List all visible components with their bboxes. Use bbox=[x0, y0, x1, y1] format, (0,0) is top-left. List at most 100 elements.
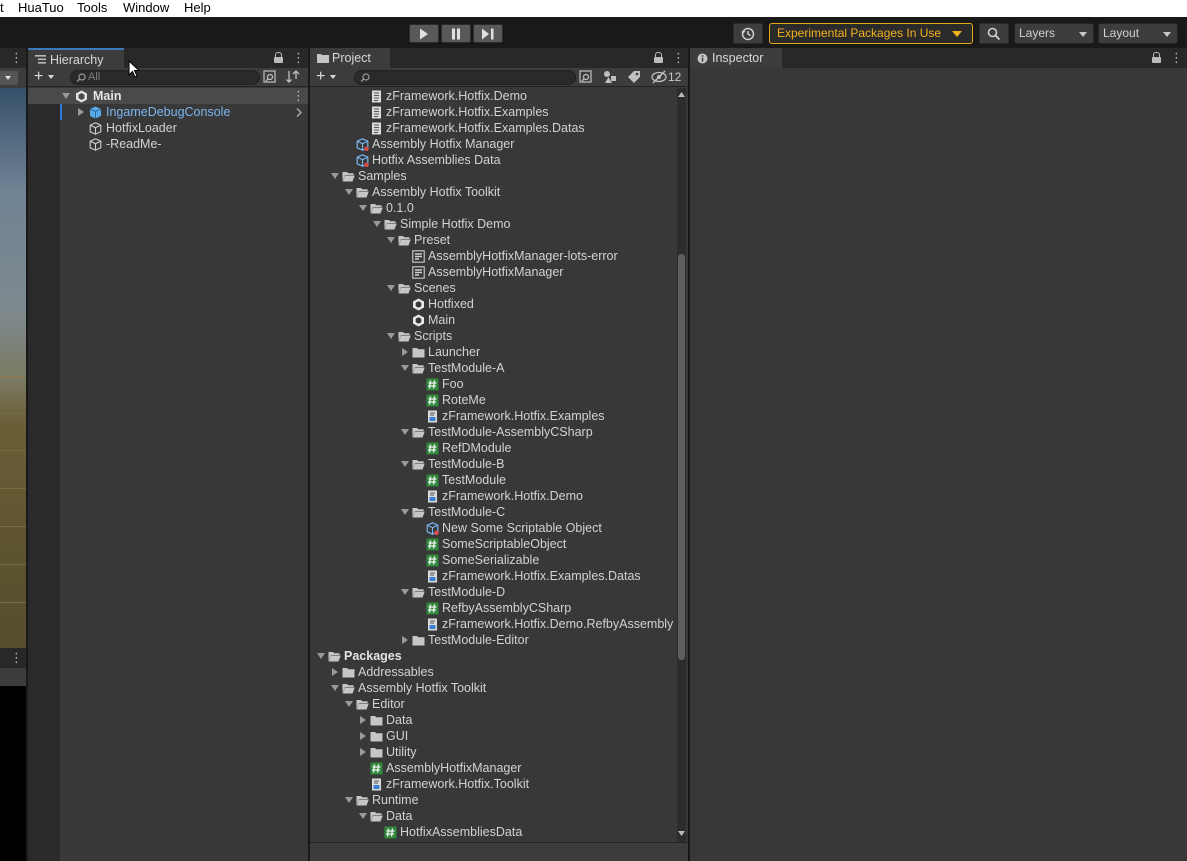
project-tree-item[interactable]: zFramework.Hotfix.Demo bbox=[310, 88, 676, 104]
fold-open-icon[interactable] bbox=[401, 365, 409, 371]
add-button[interactable]: + bbox=[34, 69, 43, 85]
scroll-down-icon[interactable] bbox=[678, 831, 685, 836]
fold-closed-icon[interactable] bbox=[402, 348, 408, 356]
tab-inspector[interactable]: Inspector bbox=[690, 48, 782, 68]
sort-icon[interactable] bbox=[286, 70, 300, 84]
hidden-packages-eye-icon[interactable] bbox=[651, 70, 667, 84]
project-tree-item[interactable]: TestModule bbox=[310, 472, 676, 488]
kebab-menu-icon[interactable]: ⋮ bbox=[292, 89, 305, 103]
kebab-menu-icon[interactable]: ⋮ bbox=[292, 51, 305, 65]
tab-hierarchy[interactable]: Hierarchy bbox=[28, 48, 124, 68]
project-tree-item[interactable]: GUI bbox=[310, 728, 676, 744]
project-tree-item[interactable]: Runtime bbox=[310, 792, 676, 808]
scene-viewport[interactable] bbox=[0, 88, 26, 648]
project-tree-item[interactable]: Packages bbox=[310, 648, 676, 664]
create-button[interactable]: + bbox=[316, 69, 325, 85]
fold-closed-icon[interactable] bbox=[78, 108, 84, 116]
project-tree-item[interactable]: Simple Hotfix Demo bbox=[310, 216, 676, 232]
project-tree-item[interactable]: TestModule-AssemblyCSharp bbox=[310, 424, 676, 440]
project-tree-item[interactable]: zFramework.Hotfix.Examples bbox=[310, 408, 676, 424]
project-tree-item[interactable]: HotfixAssembliesData bbox=[310, 824, 676, 840]
lock-icon[interactable] bbox=[654, 52, 663, 63]
project-tree-item[interactable]: zFramework.Hotfix.Examples.Datas bbox=[310, 120, 676, 136]
fold-closed-icon[interactable] bbox=[402, 636, 408, 644]
fold-open-icon[interactable] bbox=[359, 813, 367, 819]
fold-closed-icon[interactable] bbox=[360, 732, 366, 740]
layout-dropdown[interactable]: Layout bbox=[1098, 23, 1178, 44]
hierarchy-search-input[interactable]: All bbox=[70, 70, 260, 85]
project-tree-item[interactable]: TestModule-D bbox=[310, 584, 676, 600]
project-tree-item[interactable]: RefbyAssemblyCSharp bbox=[310, 600, 676, 616]
fold-open-icon[interactable] bbox=[401, 429, 409, 435]
project-tree-item[interactable]: Hotfix Assemblies Data bbox=[310, 152, 676, 168]
menu-item-edit[interactable]: t bbox=[0, 0, 4, 17]
fold-open-icon[interactable] bbox=[401, 509, 409, 515]
project-tree-item[interactable]: Scenes bbox=[310, 280, 676, 296]
menu-item-window[interactable]: Window bbox=[123, 0, 169, 17]
fold-open-icon[interactable] bbox=[359, 205, 367, 211]
filter-by-type-icon[interactable] bbox=[603, 70, 617, 84]
fold-open-icon[interactable] bbox=[331, 173, 339, 179]
layers-dropdown[interactable]: Layers bbox=[1014, 23, 1094, 44]
undo-history-button[interactable] bbox=[733, 23, 763, 44]
fold-open-icon[interactable] bbox=[345, 701, 353, 707]
fold-open-icon[interactable] bbox=[387, 333, 395, 339]
project-tree-item[interactable]: TestModule-C bbox=[310, 504, 676, 520]
project-tree-item[interactable]: Hotfixed bbox=[310, 296, 676, 312]
fold-closed-icon[interactable] bbox=[332, 668, 338, 676]
project-tree-item[interactable]: Launcher bbox=[310, 344, 676, 360]
project-tree-item[interactable]: New Some Scriptable Object bbox=[310, 520, 676, 536]
project-tree-item[interactable]: TestModule-B bbox=[310, 456, 676, 472]
project-tree-item[interactable]: Utility bbox=[310, 744, 676, 760]
hierarchy-item[interactable]: HotfixLoader bbox=[28, 120, 308, 136]
project-tree-item[interactable]: zFramework.Hotfix.Toolkit bbox=[310, 776, 676, 792]
fold-open-icon[interactable] bbox=[401, 461, 409, 467]
project-tree-item[interactable]: zFramework.Hotfix.Examples bbox=[310, 104, 676, 120]
project-tree-item[interactable]: Preset bbox=[310, 232, 676, 248]
project-tree-item[interactable]: Scripts bbox=[310, 328, 676, 344]
project-tree-item[interactable]: AssemblyHotfixManager bbox=[310, 760, 676, 776]
project-tree-item[interactable]: Foo bbox=[310, 376, 676, 392]
project-tree-item[interactable]: Samples bbox=[310, 168, 676, 184]
step-button[interactable] bbox=[473, 24, 503, 43]
experimental-packages-dropdown[interactable]: Experimental Packages In Use bbox=[769, 23, 973, 44]
project-tree-item[interactable]: RoteMe bbox=[310, 392, 676, 408]
project-tree-item[interactable]: AssemblyHotfixManager-lots-error bbox=[310, 248, 676, 264]
fold-open-icon[interactable] bbox=[345, 797, 353, 803]
project-scrollbar[interactable] bbox=[677, 88, 686, 842]
menu-item-tools[interactable]: Tools bbox=[77, 0, 107, 17]
project-tree-item[interactable]: TestModule-Editor bbox=[310, 632, 676, 648]
kebab-menu-icon[interactable]: ⋮ bbox=[1170, 51, 1183, 65]
pause-button[interactable] bbox=[441, 24, 471, 43]
fold-closed-icon[interactable] bbox=[360, 716, 366, 724]
project-tree-item[interactable]: SomeSerializable bbox=[310, 552, 676, 568]
fold-open-icon[interactable] bbox=[387, 237, 395, 243]
project-tree-item[interactable]: Addressables bbox=[310, 664, 676, 680]
project-tree-item[interactable]: 0.1.0 bbox=[310, 200, 676, 216]
kebab-menu-icon[interactable]: ⋮ bbox=[672, 51, 685, 65]
menu-item-huatuo[interactable]: HuaTuo bbox=[18, 0, 64, 17]
play-button[interactable] bbox=[409, 24, 439, 43]
fold-closed-icon[interactable] bbox=[360, 748, 366, 756]
hierarchy-item[interactable]: -ReadMe- bbox=[28, 136, 308, 152]
project-tree-item[interactable]: zFramework.Hotfix.Demo.RefbyAssembly bbox=[310, 616, 676, 632]
project-tree-item[interactable]: Assembly Hotfix Manager bbox=[310, 136, 676, 152]
project-tree-item[interactable]: Data bbox=[310, 808, 676, 824]
project-tree-item[interactable]: Assembly Hotfix Toolkit bbox=[310, 184, 676, 200]
fold-open-icon[interactable] bbox=[373, 221, 381, 227]
lock-icon[interactable] bbox=[274, 52, 283, 63]
search-button[interactable] bbox=[979, 23, 1009, 44]
scroll-thumb[interactable] bbox=[678, 254, 685, 660]
fold-open-icon[interactable] bbox=[401, 589, 409, 595]
fold-open-icon[interactable] bbox=[345, 189, 353, 195]
hierarchy-item[interactable]: IngameDebugConsole bbox=[28, 104, 308, 120]
tab-project[interactable]: Project bbox=[310, 48, 390, 68]
project-tree-item[interactable]: Main bbox=[310, 312, 676, 328]
fold-open-icon[interactable] bbox=[387, 285, 395, 291]
menu-item-help[interactable]: Help bbox=[184, 0, 211, 17]
project-tree-item[interactable]: SomeScriptableObject bbox=[310, 536, 676, 552]
scroll-up-icon[interactable] bbox=[678, 92, 685, 97]
fold-open-icon[interactable] bbox=[62, 93, 70, 99]
fold-open-icon[interactable] bbox=[331, 685, 339, 691]
project-tree-item[interactable]: RefDModule bbox=[310, 440, 676, 456]
